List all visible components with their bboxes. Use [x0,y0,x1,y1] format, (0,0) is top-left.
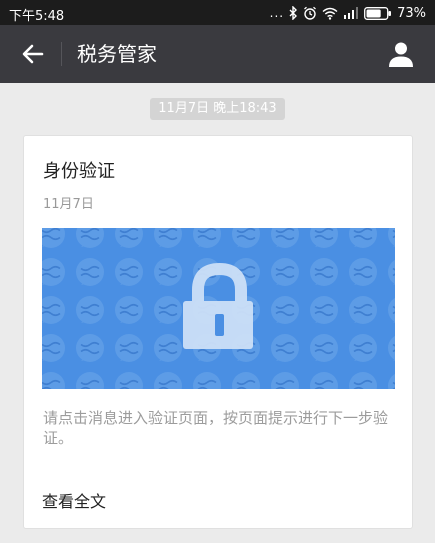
signal-icon [343,7,359,19]
title-divider [61,42,62,66]
page-title: 税务管家 [77,42,157,66]
wifi-icon [322,7,338,20]
person-icon [389,42,413,67]
card-date: 11月7日 [43,197,94,212]
profile-button[interactable] [385,38,417,70]
card-title: 身份验证 [43,161,115,182]
title-bar: 税务管家 [0,25,435,83]
message-card[interactable]: 身份验证 11月7日 请点击消息进入验证页面，按页面提示进行下一步验证。 查看全… [23,135,413,529]
status-bar: 下午5:48 ... 73% [0,0,435,25]
status-icons: ... 73% [270,4,426,22]
bluetooth-icon [289,6,298,20]
battery-icon [364,6,392,20]
message-timestamp: 11月7日 晚上18:43 [150,98,285,120]
more-notifications-icon: ... [269,6,285,20]
status-time: 下午5:48 [9,9,65,24]
read-full-link[interactable]: 查看全文 [42,488,106,512]
alarm-icon [303,6,317,20]
arrow-left-icon [22,44,44,64]
battery-percent: 73% [397,5,426,21]
cover-image [42,228,395,389]
back-button[interactable] [18,39,48,69]
card-description: 请点击消息进入验证页面，按页面提示进行下一步验证。 [43,409,389,447]
